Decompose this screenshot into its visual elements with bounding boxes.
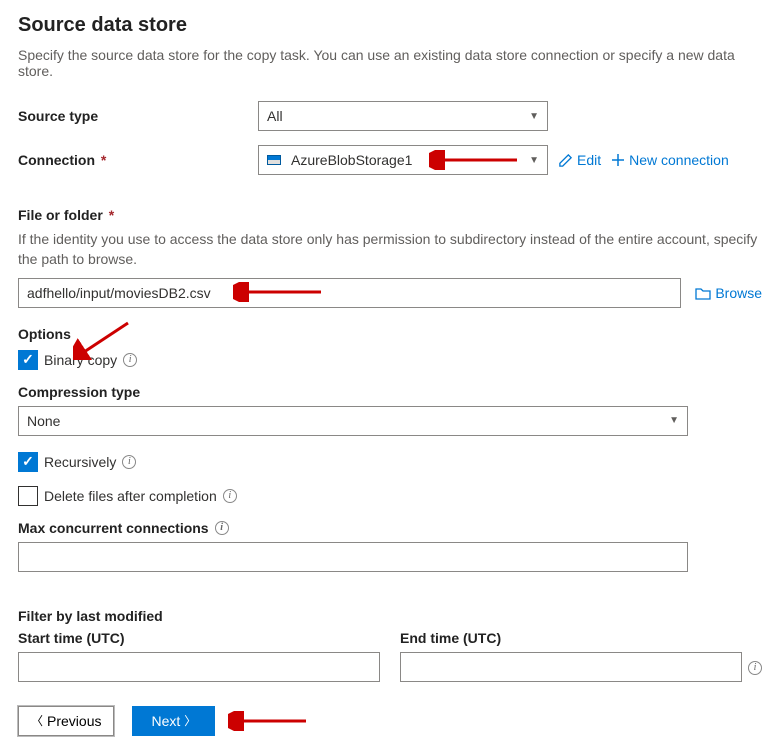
connection-value: AzureBlobStorage1 bbox=[291, 152, 412, 168]
page-description: Specify the source data store for the co… bbox=[18, 47, 762, 79]
chevron-down-icon: ▼ bbox=[669, 415, 679, 426]
connection-label: Connection bbox=[18, 152, 95, 168]
filter-label: Filter by last modified bbox=[18, 608, 762, 624]
info-icon[interactable] bbox=[215, 521, 229, 535]
delete-after-checkbox[interactable] bbox=[18, 486, 38, 506]
max-concurrent-label: Max concurrent connections bbox=[18, 520, 209, 536]
info-icon[interactable] bbox=[123, 353, 137, 367]
pencil-icon bbox=[558, 153, 573, 168]
delete-after-label: Delete files after completion bbox=[44, 488, 217, 504]
max-concurrent-input[interactable] bbox=[18, 542, 688, 572]
recursively-checkbox[interactable] bbox=[18, 452, 38, 472]
info-icon[interactable] bbox=[223, 489, 237, 503]
folder-icon bbox=[695, 286, 711, 300]
max-concurrent-label-wrap: Max concurrent connections bbox=[18, 520, 762, 536]
required-asterisk: * bbox=[109, 207, 114, 223]
compression-type-label: Compression type bbox=[18, 384, 762, 400]
annotation-arrow-icon bbox=[429, 150, 519, 170]
edit-label: Edit bbox=[577, 152, 601, 168]
source-type-label: Source type bbox=[18, 108, 248, 124]
file-or-folder-label: File or folder bbox=[18, 207, 103, 223]
binary-copy-label: Binary copy bbox=[44, 352, 117, 368]
end-time-label: End time (UTC) bbox=[400, 630, 742, 646]
required-asterisk: * bbox=[101, 152, 106, 168]
compression-type-select[interactable]: None ▼ bbox=[18, 406, 688, 436]
page-title: Source data store bbox=[18, 14, 762, 37]
options-label: Options bbox=[18, 326, 762, 342]
file-or-folder-help: If the identity you use to access the da… bbox=[18, 229, 762, 270]
end-time-input[interactable] bbox=[400, 652, 742, 682]
start-time-label: Start time (UTC) bbox=[18, 630, 380, 646]
browse-label: Browse bbox=[715, 285, 762, 301]
new-connection-button[interactable]: New connection bbox=[611, 152, 729, 168]
binary-copy-checkbox[interactable] bbox=[18, 350, 38, 370]
edit-connection-button[interactable]: Edit bbox=[558, 152, 601, 168]
plus-icon bbox=[611, 153, 625, 167]
connection-label-wrap: Connection * bbox=[18, 152, 248, 168]
connection-value-wrap: AzureBlobStorage1 bbox=[267, 152, 412, 168]
source-type-select[interactable]: All ▼ bbox=[258, 101, 548, 131]
chevron-down-icon: ▼ bbox=[529, 111, 539, 122]
new-connection-label: New connection bbox=[629, 152, 729, 168]
chevron-down-icon: ▼ bbox=[529, 155, 539, 166]
info-icon[interactable] bbox=[748, 661, 762, 675]
file-path-input[interactable] bbox=[18, 278, 681, 308]
compression-type-value: None bbox=[27, 413, 60, 429]
options-label-text: Options bbox=[18, 326, 71, 342]
file-or-folder-label-wrap: File or folder * bbox=[18, 207, 762, 223]
browse-button[interactable]: Browse bbox=[695, 285, 762, 301]
connection-select[interactable]: AzureBlobStorage1 ▼ bbox=[258, 145, 548, 175]
source-type-value: All bbox=[267, 108, 283, 124]
info-icon[interactable] bbox=[122, 455, 136, 469]
start-time-input[interactable] bbox=[18, 652, 380, 682]
recursively-label: Recursively bbox=[44, 454, 116, 470]
storage-icon bbox=[267, 155, 281, 165]
